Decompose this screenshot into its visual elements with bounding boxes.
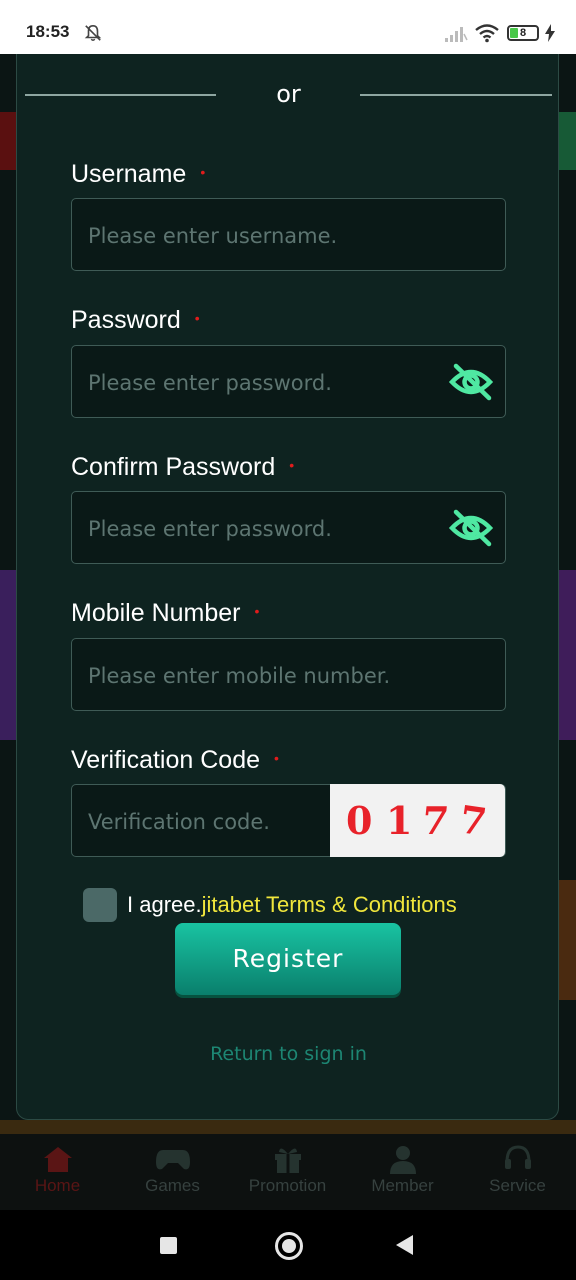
password-label: Password •: [71, 306, 200, 335]
nav-member-label: Member: [371, 1176, 434, 1195]
nav-games[interactable]: Games: [115, 1134, 230, 1210]
background-app-element: [558, 112, 576, 170]
password-input[interactable]: [86, 346, 450, 419]
gift-icon: [274, 1148, 301, 1173]
mobile-number-label-text: Mobile Number: [71, 599, 241, 627]
password-label-text: Password: [71, 306, 181, 334]
register-button[interactable]: Register: [175, 923, 401, 995]
register-modal: or Username• Password• Confirm Password•…: [16, 54, 559, 1120]
captcha-char: 0: [346, 798, 373, 843]
password-field[interactable]: [71, 345, 506, 419]
recents-icon[interactable]: [160, 1237, 177, 1254]
home-icon: [43, 1147, 72, 1172]
terms-link[interactable]: jitabet Terms & Conditions: [202, 892, 457, 917]
bell-muted-icon: [84, 24, 102, 41]
return-to-sign-in-link[interactable]: Return to sign in: [17, 1043, 560, 1065]
eye-off-icon[interactable]: [449, 362, 493, 402]
nav-promotion-label: Promotion: [248, 1176, 327, 1195]
agree-prefix: I agree.: [127, 892, 202, 917]
background-banner-strip: [0, 1120, 576, 1134]
terms-checkbox[interactable]: [83, 888, 117, 922]
verification-code-input[interactable]: [86, 785, 330, 858]
headset-icon: [504, 1145, 531, 1169]
nav-service[interactable]: Service: [460, 1134, 575, 1210]
required-mark: •: [254, 603, 260, 620]
charging-icon: [545, 24, 555, 42]
confirm-password-label: Confirm Password •: [71, 453, 294, 482]
nav-home-label: Home: [34, 1176, 81, 1195]
mobile-number-input[interactable]: [86, 639, 450, 712]
back-icon[interactable]: [396, 1235, 413, 1255]
required-mark: •: [194, 310, 200, 327]
required-mark: •: [274, 750, 279, 767]
username-label: Username •: [71, 160, 205, 189]
captcha-image[interactable]: 0 1 7 7: [330, 784, 505, 857]
verification-code-label-text: Verification Code: [71, 746, 261, 774]
nav-member[interactable]: Member: [345, 1134, 460, 1210]
username-input[interactable]: [86, 199, 450, 272]
status-time: 18:53: [26, 22, 70, 41]
nav-games-label: Games: [145, 1176, 200, 1195]
terms-text: I agree.jitabet Terms & Conditions: [127, 892, 457, 918]
background-app-element: [558, 880, 576, 1000]
status-bar: 18:53 8: [0, 0, 576, 54]
username-label-text: Username: [71, 160, 187, 188]
nav-home[interactable]: Home: [0, 1134, 115, 1210]
mobile-number-label: Mobile Number •: [71, 599, 259, 628]
nav-service-label: Service: [489, 1176, 546, 1195]
eye-off-icon[interactable]: [449, 508, 493, 548]
confirm-password-field[interactable]: [71, 491, 506, 565]
background-app-element: [558, 570, 576, 740]
verification-code-field[interactable]: 0 1 7 7: [71, 784, 506, 858]
background-app-element: [0, 112, 16, 170]
system-navigation-bar: [0, 1210, 576, 1280]
battery-level: 8: [519, 27, 527, 39]
signal-icon: [445, 27, 468, 42]
captcha-char: 7: [456, 796, 490, 845]
gamepad-icon: [155, 1150, 190, 1170]
wifi-icon: [475, 24, 499, 43]
divider-line-right: [360, 94, 552, 96]
bottom-navigation: Home Games Promotion Member Service: [0, 1134, 576, 1210]
mobile-number-field[interactable]: [71, 638, 506, 712]
username-field[interactable]: [71, 198, 506, 272]
nav-promotion[interactable]: Promotion: [230, 1134, 345, 1210]
captcha-char: 7: [419, 798, 451, 843]
home-button-icon[interactable]: [275, 1232, 303, 1260]
required-mark: •: [200, 164, 206, 181]
background-app-element: [0, 570, 16, 740]
captcha-char: 1: [386, 798, 413, 843]
battery-icon: 8: [507, 25, 539, 41]
confirm-password-input[interactable]: [86, 492, 450, 565]
confirm-password-label-text: Confirm Password: [71, 453, 276, 481]
verification-code-label: Verification Code •: [71, 746, 279, 775]
person-icon: [389, 1146, 416, 1174]
required-mark: •: [289, 457, 295, 474]
